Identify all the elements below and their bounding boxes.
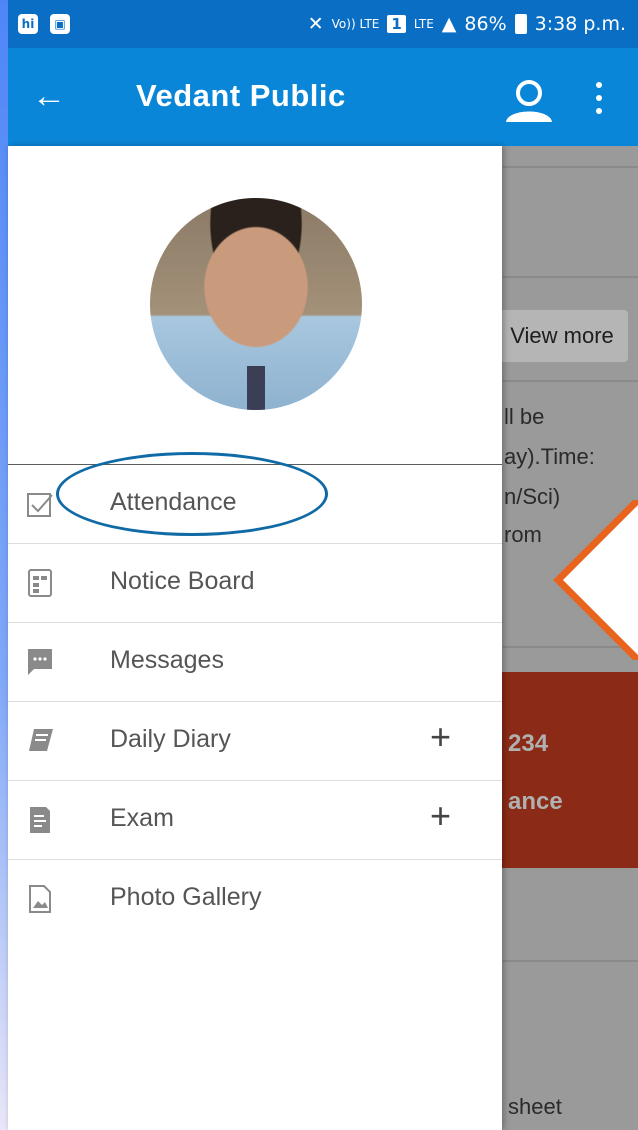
app-title: Vedant Public [136, 78, 346, 113]
network-indicator: LTE [413, 17, 434, 31]
attendance-highlight-annotation [56, 452, 328, 536]
volte-indicator: Vo)) LTE [331, 17, 380, 31]
expand-plus-icon[interactable]: + [430, 795, 451, 837]
footer-text: sheet [508, 1094, 562, 1119]
drawer-item-messages[interactable]: Messages [8, 623, 502, 702]
sim-indicator: 1 [387, 15, 406, 33]
view-more-button[interactable]: View more [496, 310, 628, 362]
mute-icon: ✕ [307, 13, 324, 35]
divider [503, 276, 638, 278]
card-number: 234 [508, 730, 549, 757]
exam-sheet-icon [30, 807, 50, 833]
app-bar: ← Vedant Public [8, 48, 638, 146]
hi-app-icon: hi [18, 14, 38, 34]
drawer-item-notice-board[interactable]: Notice Board [8, 544, 502, 623]
drawer-item-label: Photo Gallery [110, 883, 262, 911]
user-profile-icon[interactable] [502, 80, 556, 127]
signal-icon: ▲ [441, 13, 457, 35]
drawer-item-exam[interactable]: Exam + [8, 781, 502, 860]
notice-text-line: rom [504, 522, 542, 547]
status-bar: hi ▣ ✕ Vo)) LTE 1 LTE ▲ 86% 3:38 p.m. [8, 0, 638, 48]
drawer-item-daily-diary[interactable]: Daily Diary + [8, 702, 502, 781]
navigation-drawer: Attendance Notice Board Messages Daily D… [8, 146, 502, 1130]
card-label: ance [508, 788, 563, 815]
notice-text-line: ll be [504, 404, 545, 429]
drawer-item-label: Notice Board [110, 567, 255, 595]
frame-border [0, 0, 8, 1130]
back-arrow-icon[interactable]: ← [32, 76, 66, 116]
drawer-item-photo-gallery[interactable]: Photo Gallery [8, 860, 502, 939]
battery-percent: 86% [464, 13, 507, 35]
book-icon [29, 729, 53, 751]
overflow-menu-icon[interactable] [592, 78, 606, 118]
tie [247, 366, 265, 410]
checkbox-icon [27, 493, 53, 517]
divider [503, 166, 638, 168]
drawer-item-label: Exam [110, 804, 174, 832]
notice-text-line: ay).Time: [504, 444, 595, 469]
image-icon: ▣ [50, 14, 70, 34]
attendance-card[interactable] [496, 672, 638, 868]
expand-plus-icon[interactable]: + [430, 716, 451, 758]
divider [503, 960, 638, 962]
battery-icon [514, 14, 527, 34]
student-avatar[interactable] [150, 198, 362, 410]
clock: 3:38 p.m. [534, 13, 626, 35]
drawer-item-label: Messages [110, 646, 224, 674]
chat-bubble-icon [28, 649, 52, 675]
drawer-item-label: Daily Diary [110, 725, 231, 753]
divider [503, 380, 638, 382]
notice-board-icon [28, 569, 52, 597]
photo-file-icon [29, 885, 51, 913]
callout-arrow-annotation [553, 500, 638, 660]
